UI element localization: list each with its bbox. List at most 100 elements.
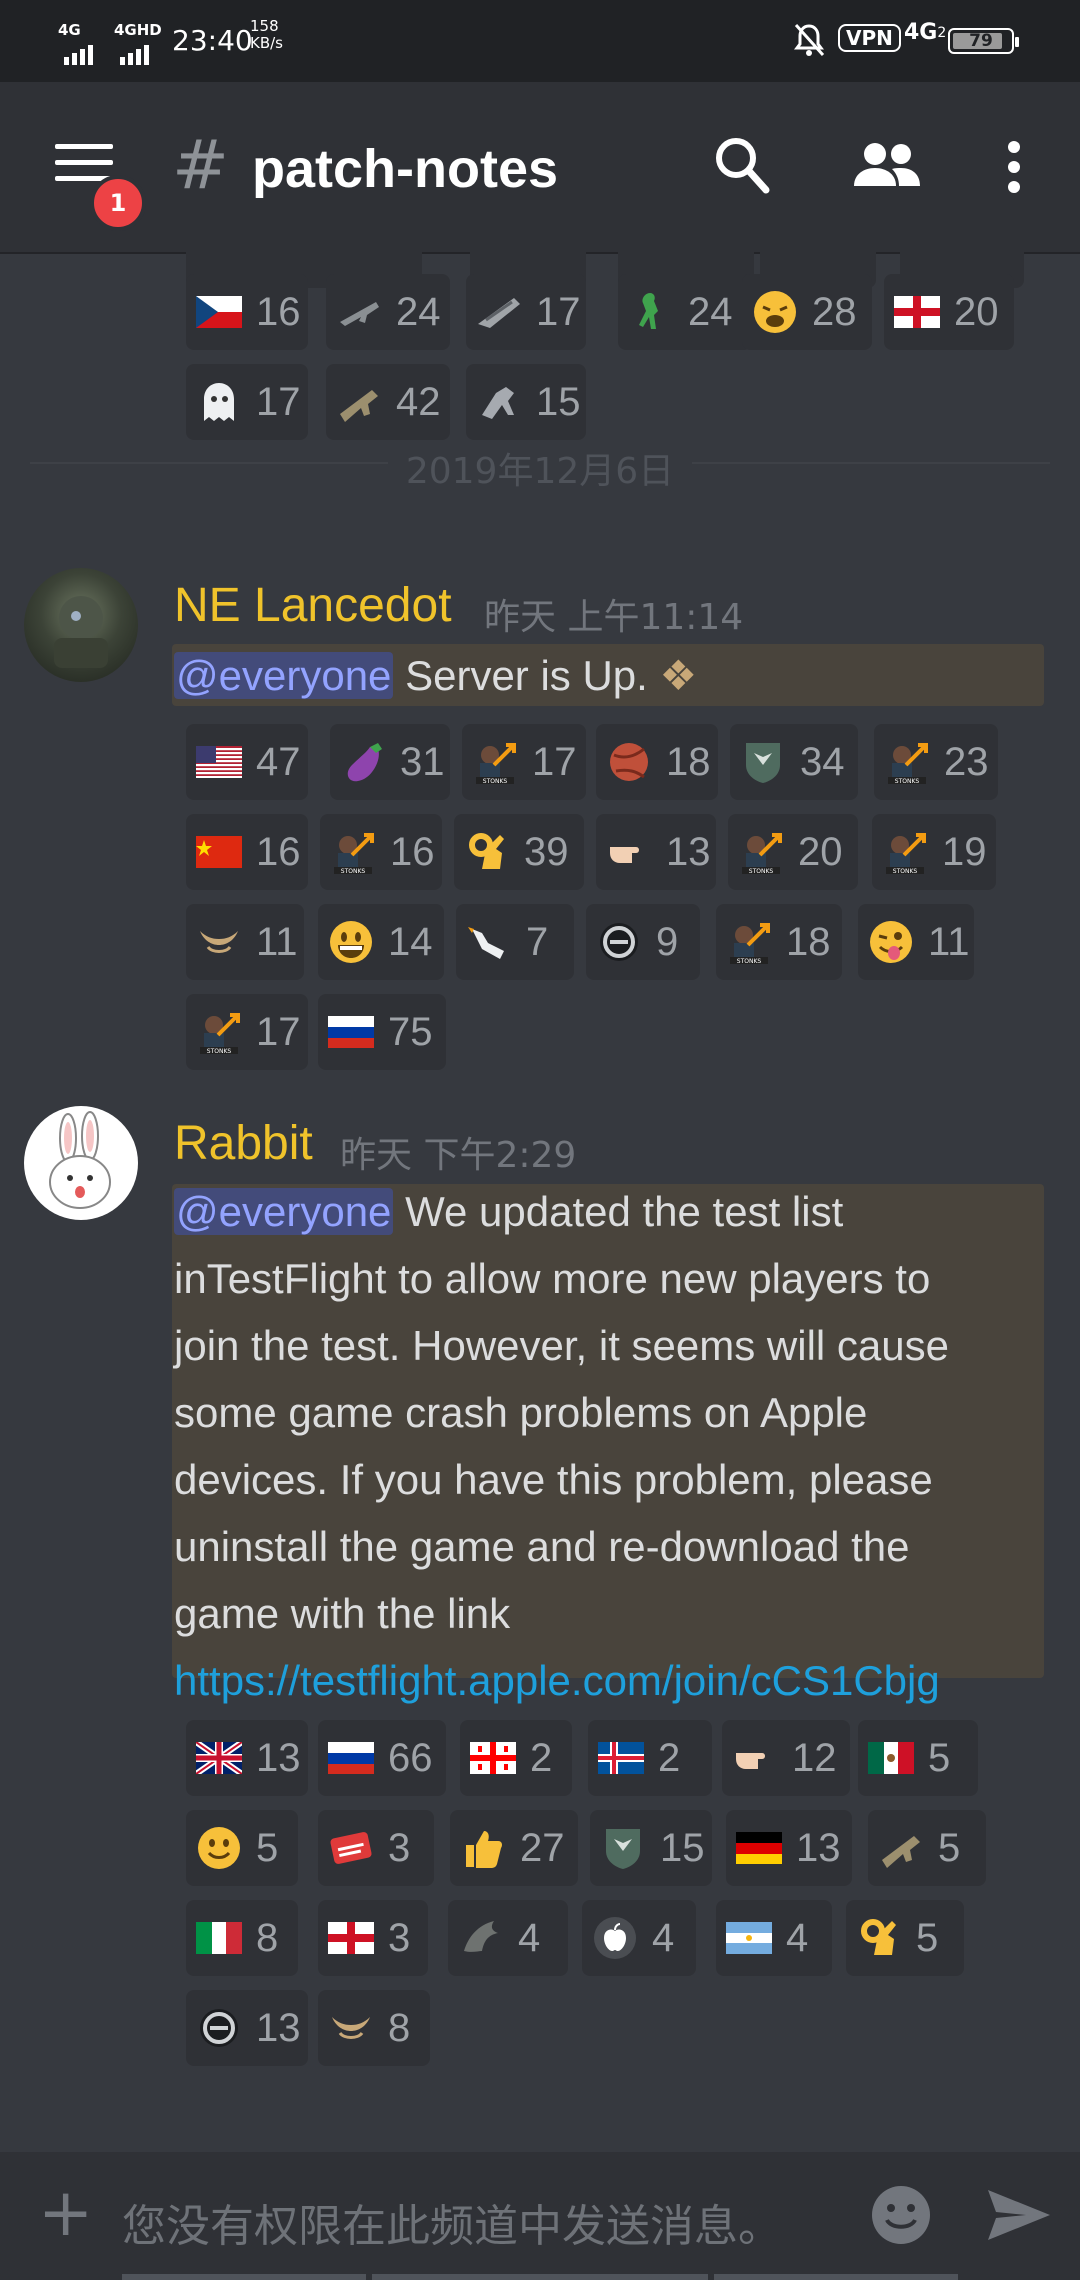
reaction-count: 13 [666, 829, 711, 874]
reaction[interactable]: 16 [186, 274, 308, 350]
avatar-rabbit[interactable] [24, 1106, 138, 1220]
message-body: Server is Up. [405, 652, 648, 699]
network-type-3-label: 4G [904, 20, 938, 45]
reaction-germany-flag[interactable]: 13 [726, 1810, 852, 1886]
reaction-get-fucked-sticker[interactable]: 3 [318, 1810, 434, 1886]
net-speed: 158 KB/s [250, 18, 283, 52]
reaction-pointing-hand[interactable]: 12 [722, 1720, 850, 1796]
reaction-stonks[interactable]: STONKS 16 [320, 814, 442, 890]
get-fucked-sticker-icon [328, 1825, 374, 1871]
reaction-italy-flag[interactable]: 8 [186, 1900, 298, 1976]
signal-1: 4G [58, 22, 93, 65]
reaction-winking-tongue-face[interactable]: 11 [858, 904, 974, 980]
reaction-horns-icon[interactable]: 11 [186, 904, 304, 980]
hash-icon: # [172, 126, 229, 205]
reaction-ok-hand[interactable]: 39 [454, 814, 584, 890]
reaction-mexico-flag[interactable]: 5 [858, 1720, 978, 1796]
search-icon[interactable] [712, 134, 772, 200]
reaction-ring-logo[interactable]: 13 [186, 1990, 308, 2066]
reaction-eagle-shield[interactable]: 34 [730, 724, 858, 800]
reaction-georgia-flag[interactable]: 2 [460, 1720, 572, 1796]
reaction-horns-icon[interactable]: 8 [318, 1990, 430, 2066]
nav-hint [372, 2274, 708, 2280]
reaction[interactable]: 20 [884, 274, 1014, 350]
message-list[interactable]: 16 24 17 24 28 20 17 42 15 2019年12月6日 NE… [0, 252, 1080, 2152]
pointing-hand-icon [606, 829, 652, 875]
reaction-count: 5 [916, 1915, 939, 1960]
reaction-us-flag[interactable]: 47 [186, 724, 308, 800]
reaction-ring-logo[interactable]: 9 [586, 904, 700, 980]
svg-text:STONKS: STONKS [895, 778, 920, 785]
emoji-icon[interactable] [868, 2182, 934, 2252]
reaction-cannon-icon[interactable]: 5 [868, 1810, 986, 1886]
battery-gauge: 79 [948, 28, 1019, 54]
more-options-icon[interactable] [1004, 140, 1024, 198]
vpn-badge: VPN [838, 24, 901, 52]
pointing-hand-icon [732, 1735, 778, 1781]
reaction-count: 20 [798, 829, 843, 874]
italy-flag-icon [196, 1915, 242, 1961]
mention-everyone[interactable]: @everyone [174, 1188, 394, 1235]
reaction-stonks[interactable]: STONKS 17 [186, 994, 308, 1070]
testflight-link[interactable]: https://testflight.apple.com/join/cCS1Cb… [174, 1647, 949, 1714]
reaction-argentina-flag[interactable]: 4 [716, 1900, 832, 1976]
author-name[interactable]: NE Lancedot [174, 578, 452, 633]
reaction-stonks[interactable]: STONKS 19 [872, 814, 996, 890]
reaction[interactable]: 24 [618, 274, 752, 350]
reaction-apple-icon[interactable]: 4 [582, 1900, 696, 1976]
message-input[interactable]: 您没有权限在此频道中发送消息。 [122, 2190, 782, 2254]
reaction-stonks[interactable]: STONKS 20 [728, 814, 858, 890]
reaction-stonks[interactable]: STONKS 18 [716, 904, 842, 980]
reaction-ok-hand[interactable]: 5 [846, 1900, 964, 1976]
reaction-stonks[interactable]: STONKS 23 [874, 724, 998, 800]
horns-icon-icon [196, 919, 242, 965]
svg-text:STONKS: STONKS [341, 868, 366, 875]
message-text: @everyone We updated the test list inTes… [174, 1178, 949, 1714]
reaction[interactable]: 17 [186, 364, 308, 440]
reaction[interactable]: 15 [466, 364, 586, 440]
reaction-slight-smile[interactable]: 5 [186, 1810, 298, 1886]
reaction-stonks[interactable]: STONKS 17 [462, 724, 586, 800]
reaction-count: 2 [658, 1735, 681, 1780]
uk-flag-icon [196, 1735, 242, 1781]
reaction[interactable]: 24 [326, 274, 450, 350]
avatar-ne-lancedot[interactable] [24, 568, 138, 682]
reaction-count: 28 [812, 289, 857, 334]
add-attachment-button[interactable]: + [38, 2180, 93, 2246]
reaction-count: 20 [954, 289, 999, 334]
reaction-eagle-shield[interactable]: 15 [590, 1810, 712, 1886]
members-icon[interactable] [852, 142, 922, 192]
reaction[interactable]: 17 [466, 274, 586, 350]
reaction-iceland-flag[interactable]: 2 [588, 1720, 712, 1796]
russia-flag-icon [328, 1009, 374, 1055]
reaction[interactable]: 28 [742, 274, 872, 350]
stonks-icon: STONKS [726, 919, 772, 965]
message-line: join the test. However, it seems will ca… [174, 1322, 949, 1369]
reaction-count: 7 [526, 919, 549, 964]
reaction-eggplant[interactable]: 31 [330, 724, 450, 800]
send-icon[interactable] [984, 2186, 1054, 2248]
reaction-count: 17 [256, 1009, 301, 1054]
reaction-thumbs-up[interactable]: 27 [450, 1810, 578, 1886]
svg-text:STONKS: STONKS [207, 1048, 232, 1055]
reaction-uk-flag[interactable]: 13 [186, 1720, 308, 1796]
reaction-pointing-hand[interactable]: 13 [596, 814, 716, 890]
reaction-china-flag[interactable]: 16 [186, 814, 308, 890]
reaction-ball-icon[interactable]: 18 [596, 724, 718, 800]
reaction-count: 13 [256, 1735, 301, 1780]
reaction-count: 17 [256, 379, 301, 424]
iceland-flag-icon [598, 1735, 644, 1781]
author-name[interactable]: Rabbit [174, 1116, 313, 1171]
reaction-russia-flag[interactable]: 66 [318, 1720, 446, 1796]
reaction-dragon-icon[interactable]: 4 [448, 1900, 568, 1976]
message-line: some game crash problems on Apple [174, 1389, 868, 1436]
mention-everyone[interactable]: @everyone [174, 652, 394, 699]
reaction-england-flag[interactable]: 3 [318, 1900, 428, 1976]
reaction-goose-icon[interactable]: 7 [456, 904, 574, 980]
reaction[interactable]: 42 [326, 364, 450, 440]
georgia-flag-icon [470, 1735, 516, 1781]
ring-logo-icon [596, 919, 642, 965]
reaction-grinning-face[interactable]: 14 [318, 904, 444, 980]
reaction-russia-flag[interactable]: 75 [318, 994, 446, 1070]
network-type-2: 4GHD [114, 21, 162, 39]
